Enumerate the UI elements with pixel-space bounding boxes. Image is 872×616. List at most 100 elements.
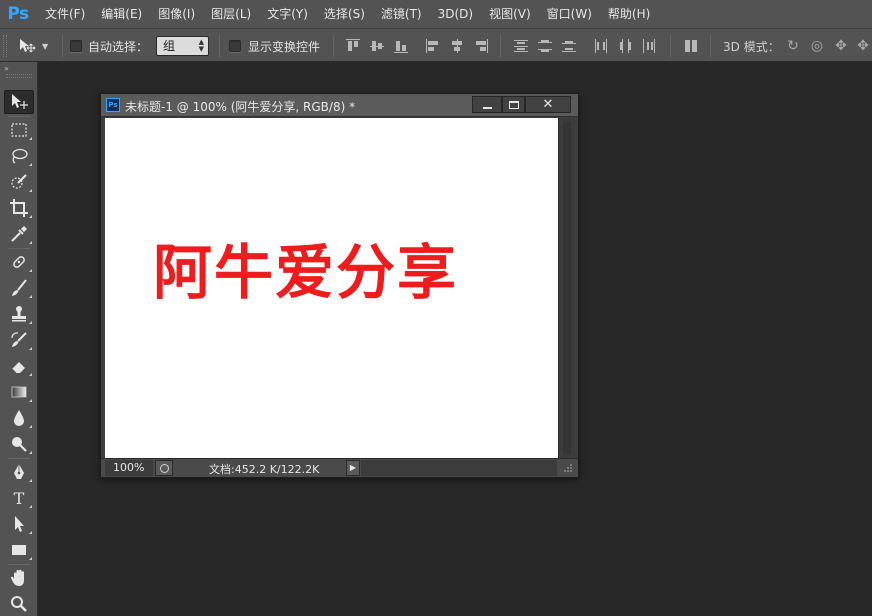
menu-bar: Ps 文件(F) 编辑(E) 图像(I) 图层(L) 文字(Y) 选择(S) 滤… xyxy=(0,0,872,28)
collapse-panel-icon[interactable]: » xyxy=(4,64,9,73)
blur-icon xyxy=(14,410,24,426)
history-brush-tool-button[interactable] xyxy=(4,328,34,352)
align-right-icon[interactable] xyxy=(474,39,488,53)
align-left-icon[interactable] xyxy=(426,39,440,53)
path-select-tool-button[interactable] xyxy=(4,512,34,536)
menu-help[interactable]: 帮助(H) xyxy=(599,0,657,28)
move-tool-button[interactable] xyxy=(4,90,34,114)
distribute-left-icon[interactable] xyxy=(594,39,608,53)
distribute-bottom-icon[interactable] xyxy=(562,39,576,53)
minimize-icon xyxy=(482,107,492,109)
photoshop-document-icon: Ps xyxy=(106,98,120,112)
menu-view[interactable]: 视图(V) xyxy=(480,0,538,28)
document-titlebar[interactable]: Ps 未标题-1 @ 100% (阿牛爱分享, RGB/8) * ✕ xyxy=(101,94,578,117)
hand-tool-button[interactable] xyxy=(4,566,34,590)
gradient-tool-button[interactable] xyxy=(4,380,34,404)
separator xyxy=(500,35,501,57)
auto-select-checkbox[interactable] xyxy=(70,40,82,52)
marquee-tool-button[interactable] xyxy=(4,118,34,142)
document-size-info: 文档:452.2 K/122.2K xyxy=(209,463,320,476)
align-top-icon[interactable] xyxy=(346,39,360,53)
hand-icon xyxy=(10,569,24,586)
resize-grip-icon[interactable] xyxy=(559,460,574,476)
options-bar-grip[interactable] xyxy=(3,35,7,57)
gradient-icon xyxy=(11,386,27,398)
brush-tool-button[interactable] xyxy=(4,276,34,300)
stepper-arrows-icon: ▲ ▼ xyxy=(198,38,204,53)
canvas[interactable]: 阿牛爱分享 xyxy=(105,118,558,458)
horizontal-scrollbar[interactable] xyxy=(361,460,557,476)
3d-pan-icon[interactable]: ✥ xyxy=(833,38,849,54)
3d-mode-label: 3D 模式： xyxy=(723,40,780,54)
quick-select-tool-button[interactable] xyxy=(4,170,34,194)
distribute-top-icon[interactable] xyxy=(514,39,528,53)
photoshop-logo: Ps xyxy=(7,4,29,24)
type-tool-button[interactable]: T xyxy=(4,486,34,510)
3d-roll-icon[interactable]: ◎ xyxy=(809,38,825,54)
rectangular-marquee-icon xyxy=(11,123,27,137)
zoom-icon xyxy=(11,596,27,612)
menu-file[interactable]: 文件(F) xyxy=(36,0,92,28)
menu-window[interactable]: 窗口(W) xyxy=(538,0,599,28)
distribute-right-icon[interactable] xyxy=(642,39,656,53)
pen-tool-button[interactable] xyxy=(4,460,34,484)
dodge-icon xyxy=(12,437,27,452)
separator xyxy=(62,35,63,57)
separator xyxy=(333,35,334,57)
auto-select-dropdown[interactable]: 组 ▲ ▼ xyxy=(156,36,209,56)
status-bar: 100% 文档:452.2 K/122.2K ▶ xyxy=(101,458,578,477)
distribute-horizontal-center-icon[interactable] xyxy=(618,39,632,53)
vertical-scrollbar[interactable] xyxy=(558,118,574,458)
move-tool-icon xyxy=(20,39,36,53)
tool-preset-picker[interactable]: ▼ xyxy=(18,36,58,56)
menu-edit[interactable]: 编辑(E) xyxy=(92,0,149,28)
menu-filter[interactable]: 滤镜(T) xyxy=(372,0,429,28)
zoom-level-field[interactable]: 100% xyxy=(105,460,153,476)
zoom-tool-button[interactable] xyxy=(4,592,34,616)
close-button[interactable]: ✕ xyxy=(525,96,571,113)
3d-slide-icon[interactable]: ✥ xyxy=(855,38,871,54)
document-window: Ps 未标题-1 @ 100% (阿牛爱分享, RGB/8) * ✕ 阿牛爱分享… xyxy=(100,93,579,478)
history-brush-icon xyxy=(11,332,27,347)
auto-select-value: 组 xyxy=(163,39,176,53)
menu-layer[interactable]: 图层(L) xyxy=(202,0,258,28)
maximize-button[interactable] xyxy=(502,96,525,113)
shape-tool-button[interactable] xyxy=(4,538,34,562)
menu-type[interactable]: 文字(Y) xyxy=(258,0,315,28)
show-transform-checkbox[interactable] xyxy=(229,40,241,52)
align-vertical-center-icon[interactable] xyxy=(370,39,384,53)
align-bottom-icon[interactable] xyxy=(394,39,408,53)
lasso-icon xyxy=(12,148,28,164)
circle-icon xyxy=(159,463,169,473)
document-title: 未标题-1 @ 100% (阿牛爱分享, RGB/8) * xyxy=(125,100,356,114)
dodge-tool-button[interactable] xyxy=(4,432,34,456)
stamp-tool-button[interactable] xyxy=(4,302,34,326)
menu-image[interactable]: 图像(I) xyxy=(149,0,202,28)
3d-rotate-icon[interactable]: ↻ xyxy=(785,38,801,54)
distribute-vertical-center-icon[interactable] xyxy=(538,39,552,53)
menu-select[interactable]: 选择(S) xyxy=(315,0,372,28)
align-horizontal-center-icon[interactable] xyxy=(450,39,464,53)
crop-icon xyxy=(10,199,28,217)
minimize-button[interactable] xyxy=(472,96,502,113)
svg-text:T: T xyxy=(14,489,25,508)
toolbox: » T xyxy=(0,62,38,616)
eyedropper-tool-button[interactable] xyxy=(4,222,34,246)
blur-tool-button[interactable] xyxy=(4,406,34,430)
maximize-icon xyxy=(508,100,519,109)
eraser-tool-button[interactable] xyxy=(4,354,34,378)
status-menu-button[interactable] xyxy=(155,460,173,476)
rectangle-shape-icon xyxy=(12,545,26,555)
healing-tool-button[interactable] xyxy=(4,250,34,274)
toolbox-grip[interactable] xyxy=(6,74,32,78)
auto-align-layers-icon[interactable] xyxy=(684,39,698,53)
close-icon: ✕ xyxy=(542,97,554,112)
separator xyxy=(670,35,671,57)
canvas-text-layer[interactable]: 阿牛爱分享 xyxy=(153,238,458,308)
crop-tool-button[interactable] xyxy=(4,196,34,220)
chevron-down-icon: ▼ xyxy=(42,41,49,51)
clone-stamp-icon xyxy=(12,306,26,322)
status-info-menu-arrow[interactable]: ▶ xyxy=(346,460,360,476)
menu-3d[interactable]: 3D(D) xyxy=(429,0,480,28)
lasso-tool-button[interactable] xyxy=(4,144,34,168)
